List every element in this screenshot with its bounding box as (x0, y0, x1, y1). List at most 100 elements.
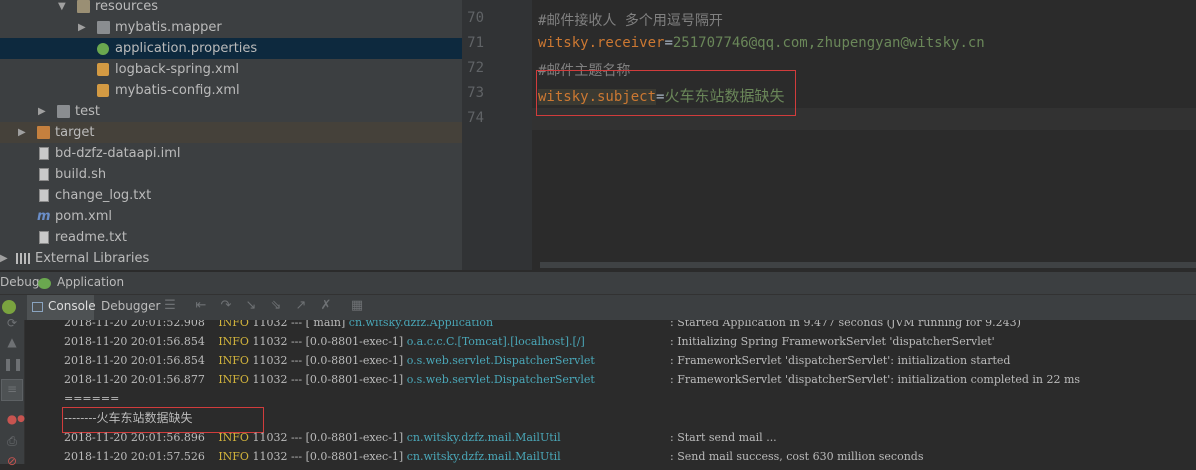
tree-item-mybatis-config-xml[interactable]: mybatis-config.xml (0, 80, 462, 101)
log-message: : Start send mail ... (670, 431, 777, 444)
tree-item-label: External Libraries (35, 251, 150, 266)
evaluate-expression-icon[interactable]: ▦ (349, 298, 365, 314)
log-pid: 11032 (252, 373, 288, 386)
tree-item-label: target (55, 125, 95, 140)
folder-icon (97, 21, 110, 34)
log-thread: [0.0-8801-exec-1] (305, 354, 404, 367)
tree-item-test[interactable]: ▶ test (0, 101, 462, 122)
text-file-icon (39, 189, 49, 202)
project-tree: ▼ resources ▶ mybatis.mapper application… (0, 0, 462, 270)
tree-item-build-sh[interactable]: build.sh (0, 164, 462, 185)
module-file-icon (39, 147, 49, 160)
code-line-70[interactable]: #邮件接收人 多个用逗号隔开 (538, 10, 723, 30)
property-key: witsky.receiver (538, 35, 665, 51)
log-separator: --- (290, 373, 303, 386)
tree-item-readme[interactable]: readme.txt (0, 227, 462, 248)
log-thread: [0.0-8801-exec-1] (305, 450, 404, 463)
log-thread: [0.0-8801-exec-1] (305, 431, 404, 444)
tab-console[interactable]: Console (27, 295, 96, 320)
tree-item-target[interactable]: ▶ target (0, 122, 462, 143)
tree-item-change-log[interactable]: change_log.txt (0, 185, 462, 206)
log-separator: --- (290, 431, 303, 444)
folder-icon (77, 0, 90, 13)
tree-item-label: logback-spring.xml (115, 62, 239, 77)
log-line: 2018-11-20 20:01:56.854 INFO 11032 --- [… (64, 332, 995, 351)
collapse-arrow-icon[interactable]: ▶ (38, 101, 46, 122)
log-class[interactable]: cn.witsky.dzfz.Application (349, 320, 493, 329)
rerun-icon[interactable]: ⟳ (3, 314, 21, 332)
log-pid: 11032 (252, 320, 288, 329)
scroll-up-icon[interactable]: ▲ (3, 333, 21, 351)
stop-breakpoints-icon[interactable]: ⊘ (3, 452, 21, 470)
spring-properties-icon (97, 43, 109, 55)
tab-debugger[interactable]: Debugger (101, 299, 160, 313)
log-line: 2018-11-20 20:01:56.877 INFO 11032 --- [… (64, 370, 1080, 389)
debug-bug-icon[interactable] (2, 300, 16, 314)
tree-item-pom-xml[interactable]: m pom.xml (0, 206, 462, 227)
log-message: : FrameworkServlet 'dispatcherServlet': … (670, 354, 1011, 367)
code-editor[interactable]: #邮件接收人 多个用逗号隔开 witsky.receiver=251707746… (532, 0, 1196, 270)
tree-item-iml[interactable]: bd-dzfz-dataapi.iml (0, 143, 462, 164)
log-class[interactable]: o.a.c.c.C.[Tomcat].[localhost].[/] (407, 335, 585, 348)
pause-icon[interactable]: ❚❚ (3, 355, 23, 373)
log-thread: [0.0-8801-exec-1] (305, 373, 404, 386)
collapse-arrow-icon[interactable]: ▶ (0, 248, 8, 269)
tree-item-resources[interactable]: ▼ resources (0, 0, 462, 17)
log-class[interactable]: o.s.web.servlet.DispatcherServlet (407, 373, 595, 386)
tree-item-label: change_log.txt (55, 188, 152, 203)
log-plain-line: ====== (64, 392, 120, 405)
tab-label: Console (48, 299, 96, 313)
comment-text: #邮件接收人 多个用逗号隔开 (538, 13, 723, 29)
run-config-name[interactable]: Application (57, 275, 124, 289)
log-pid: 11032 (252, 450, 288, 463)
log-line: 2018-11-20 20:01:56.854 INFO 11032 --- [… (64, 351, 1010, 370)
step-over-icon[interactable]: ↷ (218, 298, 234, 314)
tree-item-application-properties[interactable]: application.properties (0, 38, 462, 59)
tree-item-label: mybatis.mapper (115, 20, 222, 35)
tree-item-mybatis-mapper[interactable]: ▶ mybatis.mapper (0, 17, 462, 38)
tree-item-external-libraries[interactable]: ▶ External Libraries (0, 248, 462, 269)
log-class[interactable]: o.s.web.servlet.DispatcherServlet (407, 354, 595, 367)
log-thread: [ main] (305, 320, 346, 329)
print-icon[interactable]: ⎙ (3, 432, 21, 450)
log-class[interactable]: cn.witsky.dzfz.mail.MailUtil (407, 431, 561, 444)
log-message: : Initializing Spring FrameworkServlet '… (670, 335, 995, 348)
log-timestamp: 2018-11-20 20:01:56.877 (64, 373, 205, 386)
debug-side-toolbar: ⟳ ▲ ❚❚ ▼ ≡ ● ● ⎙ ⊘ (0, 316, 25, 468)
library-icon (16, 253, 31, 264)
expand-arrow-icon[interactable]: ▼ (58, 0, 66, 17)
show-execution-point-icon[interactable]: ⇤ (193, 298, 209, 314)
collapse-arrow-icon[interactable]: ▶ (18, 122, 26, 143)
code-line-71[interactable]: witsky.receiver=251707746@qq.com,zhupeng… (538, 35, 985, 51)
log-pid: 11032 (252, 354, 288, 367)
console-output[interactable]: 2018-11-20 20:01:52.908 INFO 11032 --- [… (25, 320, 1196, 464)
run-to-cursor-icon[interactable]: ✗ (318, 298, 334, 314)
log-class[interactable]: cn.witsky.dzfz.mail.MailUtil (407, 450, 561, 463)
log-level: INFO (218, 354, 249, 367)
log-pid: 11032 (252, 431, 288, 444)
tree-item-label: resources (95, 0, 159, 14)
step-out-icon[interactable]: ↗ (293, 298, 309, 314)
console-icon (32, 302, 43, 312)
step-into-icon[interactable]: ↘ (243, 298, 259, 314)
text-file-icon (39, 168, 49, 181)
log-timestamp: 2018-11-20 20:01:56.854 (64, 335, 205, 348)
soft-wrap-icon[interactable]: ≡ (1, 379, 23, 401)
force-step-into-icon[interactable]: ⇘ (268, 298, 284, 314)
horizontal-scrollbar[interactable] (540, 262, 1196, 268)
debug-label: Debug (0, 275, 40, 289)
tree-item-logback-spring-xml[interactable]: logback-spring.xml (0, 59, 462, 80)
tree-item-label: bd-dzfz-dataapi.iml (55, 146, 181, 161)
xml-file-icon (97, 63, 109, 76)
frames-icon[interactable]: ☰ (162, 298, 178, 314)
tree-item-label: pom.xml (55, 209, 112, 224)
tree-item-label: application.properties (115, 41, 258, 56)
line-number: 70 (467, 10, 484, 26)
tree-item-label: readme.txt (55, 230, 127, 245)
log-timestamp: 2018-11-20 20:01:56.896 (64, 431, 205, 444)
debug-toolbar: Console Debugger ☰ ⇤ ↷ ↘ ⇘ ↗ ✗ ▦ (0, 294, 1196, 321)
collapse-arrow-icon[interactable]: ▶ (78, 17, 86, 38)
tree-item-label: build.sh (55, 167, 107, 182)
line-number: 71 (467, 35, 484, 51)
log-separator: --- (290, 335, 303, 348)
